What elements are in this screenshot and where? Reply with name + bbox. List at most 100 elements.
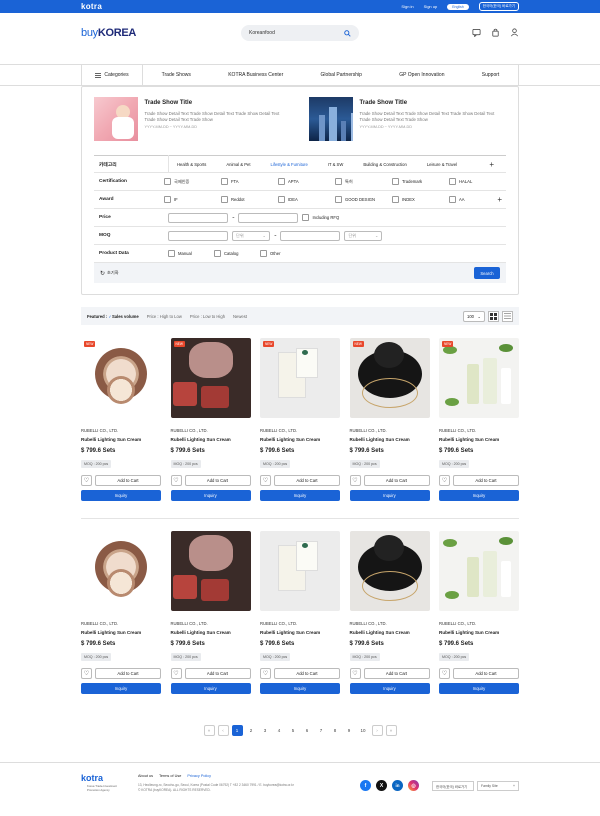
page-6[interactable]: 6: [302, 725, 313, 736]
product-card[interactable]: NEW RUBELLI CO., LTD. Rubelli Lighting Sun…: [439, 338, 519, 501]
checkbox[interactable]: [392, 196, 399, 203]
serum-product-image[interactable]: [439, 531, 519, 611]
product-card[interactable]: RUBELLI CO., LTD. Rubelli Lighting Sun Cr…: [170, 531, 251, 694]
inquiry-button[interactable]: Inquiry: [81, 490, 161, 501]
facebook-icon[interactable]: f: [360, 780, 371, 791]
footer-logo[interactable]: kotra: [81, 773, 103, 783]
inquiry-button[interactable]: Inquiry: [349, 490, 430, 501]
gift-set-product-image[interactable]: [170, 531, 251, 611]
sheet-mask-product-image[interactable]: NEW: [260, 338, 340, 418]
grid-view-button[interactable]: [488, 310, 499, 322]
add-to-cart-button[interactable]: Add to Cart: [95, 475, 161, 486]
nav-gp-open-innovation[interactable]: GP Open Innovation: [399, 72, 444, 78]
compact-product-image[interactable]: NEW: [81, 338, 161, 418]
cert-option[interactable]: 국제인증: [164, 178, 221, 185]
korean-site-select[interactable]: 한국어(한국) 바로가기: [432, 781, 474, 791]
add-to-cart-button[interactable]: Add to Cart: [95, 668, 161, 679]
search-input[interactable]: Koreanfood: [249, 30, 275, 36]
company-name[interactable]: RUBELLI CO., LTD.: [350, 621, 430, 626]
add-to-cart-button[interactable]: Add to Cart: [453, 475, 519, 486]
wishlist-button[interactable]: ♡: [170, 668, 182, 679]
wishlist-button[interactable]: ♡: [170, 475, 182, 486]
checkbox[interactable]: [392, 178, 399, 185]
checkbox[interactable]: [221, 196, 228, 203]
product-name[interactable]: Rubelli Lighting Sun Cream: [171, 630, 251, 635]
product-data-option[interactable]: Other: [260, 250, 306, 257]
trade-show-card[interactable]: Trade Show Title Trade Show Detail Text …: [309, 97, 506, 141]
page-7[interactable]: 7: [316, 725, 327, 736]
checkbox[interactable]: [449, 178, 456, 185]
nav-trade-shows[interactable]: Trade Shows: [162, 72, 191, 78]
product-name[interactable]: Rubelli Lighting Sun Cream: [260, 630, 340, 635]
company-name[interactable]: RUBELLI CO., LTD.: [350, 428, 430, 433]
award-option[interactable]: IF: [164, 196, 221, 203]
page-3[interactable]: 3: [260, 725, 271, 736]
page-5[interactable]: 5: [288, 725, 299, 736]
nav-support[interactable]: Support: [482, 72, 500, 78]
add-to-cart-button[interactable]: Add to Cart: [453, 668, 519, 679]
product-data-option[interactable]: Manual: [168, 250, 214, 257]
product-name[interactable]: Rubelli Lighting Sun Cream: [81, 630, 161, 635]
page-2[interactable]: 2: [246, 725, 257, 736]
sign-in-link[interactable]: Sign in: [401, 4, 413, 9]
tab-leisure-travel[interactable]: Leisure & Travel: [419, 162, 465, 167]
moq-max-input[interactable]: [280, 230, 341, 241]
moq-unit-select[interactable]: 단위 ⌄: [344, 230, 383, 241]
gift-set-product-image[interactable]: NEW: [170, 338, 251, 418]
wishlist-button[interactable]: ♡: [81, 668, 92, 679]
sort-sales-volume[interactable]: Sales volume: [112, 314, 139, 319]
instagram-icon[interactable]: ◎: [408, 780, 419, 791]
last-page-button[interactable]: »: [385, 725, 397, 736]
cert-option[interactable]: Trademark: [392, 178, 449, 185]
checkbox[interactable]: [335, 196, 342, 203]
checkbox[interactable]: [302, 214, 310, 221]
wishlist-button[interactable]: ♡: [81, 475, 92, 486]
user-icon[interactable]: [510, 28, 519, 37]
wishlist-button[interactable]: ♡: [349, 668, 361, 679]
add-to-cart-button[interactable]: Add to Cart: [363, 475, 430, 486]
company-name[interactable]: RUBELLI CO., LTD.: [171, 621, 251, 626]
product-name[interactable]: Rubelli Lighting Sun Cream: [350, 630, 430, 635]
cart-icon[interactable]: [491, 28, 500, 37]
company-name[interactable]: RUBELLI CO., LTD.: [439, 621, 519, 626]
inquiry-button[interactable]: Inquiry: [260, 683, 340, 694]
add-to-cart-button[interactable]: Add to Cart: [274, 668, 340, 679]
checkbox[interactable]: [164, 178, 171, 185]
sheet-mask-product-image[interactable]: [260, 531, 340, 611]
company-name[interactable]: RUBELLI CO., LTD.: [171, 428, 251, 433]
wishlist-button[interactable]: ♡: [439, 668, 450, 679]
product-card[interactable]: NEW RUBELLI CO., LTD. Rubelli Lighting Sun…: [349, 338, 430, 501]
page-8[interactable]: 8: [330, 725, 341, 736]
sort-newest[interactable]: Newest: [233, 314, 247, 319]
plus-icon[interactable]: +: [497, 195, 502, 204]
product-card[interactable]: NEW RUBELLI CO., LTD. Rubelli Lighting Sun…: [260, 338, 340, 501]
product-card[interactable]: RUBELLI CO., LTD. Rubelli Lighting Sun Cr…: [81, 531, 161, 694]
checkbox[interactable]: [260, 250, 267, 257]
compact-product-image[interactable]: [81, 531, 161, 611]
wishlist-button[interactable]: ♡: [439, 475, 450, 486]
about-link[interactable]: About us: [138, 774, 153, 778]
award-option[interactable]: IDEA: [278, 196, 335, 203]
product-name[interactable]: Rubelli Lighting Sun Cream: [439, 437, 519, 442]
serum-product-image[interactable]: NEW: [439, 338, 519, 418]
hat-product-image[interactable]: NEW: [349, 338, 430, 418]
company-name[interactable]: RUBELLI CO., LTD.: [81, 428, 161, 433]
inquiry-button[interactable]: Inquiry: [349, 683, 430, 694]
nav-business-center[interactable]: KOTRA Business Center: [228, 72, 283, 78]
product-card[interactable]: RUBELLI CO., LTD. Rubelli Lighting Sun Cr…: [260, 531, 340, 694]
tab-animal-pet[interactable]: Animal & Pet: [218, 162, 258, 167]
product-data-option[interactable]: Catalog: [214, 250, 260, 257]
checkbox[interactable]: [221, 178, 228, 185]
language-select[interactable]: English: [447, 3, 469, 10]
tab-health-sports[interactable]: Health & Sports: [169, 162, 214, 167]
add-to-cart-button[interactable]: Add to Cart: [363, 668, 430, 679]
checkbox[interactable]: [278, 196, 285, 203]
inquiry-button[interactable]: Inquiry: [170, 490, 251, 501]
moq-min-input[interactable]: [168, 230, 228, 241]
search-button[interactable]: Search: [474, 267, 500, 279]
checkbox[interactable]: [449, 196, 456, 203]
checkbox[interactable]: [335, 178, 342, 185]
product-name[interactable]: Rubelli Lighting Sun Cream: [439, 630, 519, 635]
checkbox[interactable]: [214, 250, 221, 257]
categories-menu[interactable]: Categories: [81, 64, 143, 86]
